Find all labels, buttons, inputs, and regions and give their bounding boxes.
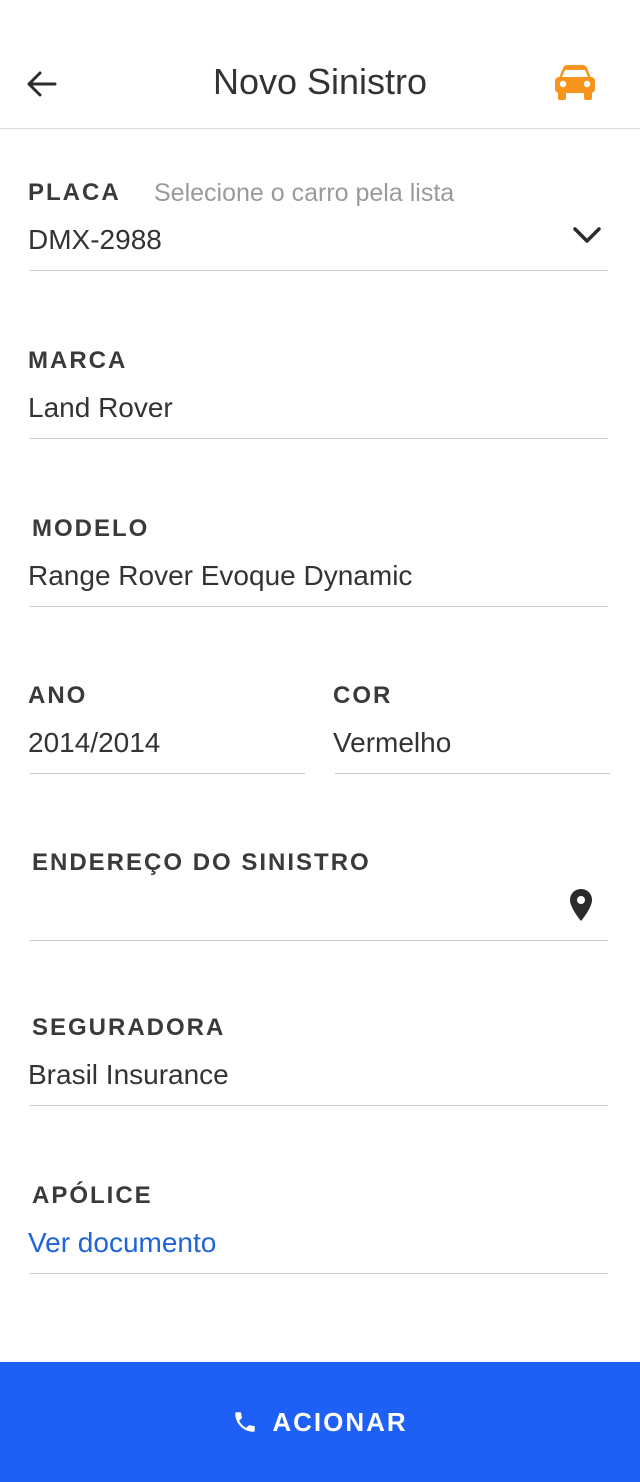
- marca-field[interactable]: MARCA Land Rover: [28, 346, 608, 440]
- placa-hint: Selecione o carro pela lista: [154, 179, 455, 207]
- seguradora-underline: [30, 1105, 608, 1106]
- app-header: Novo Sinistro: [0, 0, 640, 129]
- car-icon: [555, 65, 595, 100]
- ano-field[interactable]: ANO 2014/2014: [28, 681, 305, 775]
- modelo-value[interactable]: Range Rover Evoque Dynamic: [28, 558, 608, 594]
- endereco-label: ENDEREÇO DO SINISTRO: [32, 849, 371, 876]
- acionar-button[interactable]: ACIONAR: [0, 1362, 640, 1482]
- apolice-label: APÓLICE: [32, 1182, 153, 1209]
- marca-label: MARCA: [28, 347, 128, 374]
- map-pin-icon[interactable]: [568, 888, 594, 922]
- ano-value[interactable]: 2014/2014: [28, 725, 305, 761]
- ano-underline: [30, 773, 305, 774]
- apolice-field: APÓLICE Ver documento: [28, 1181, 608, 1275]
- modelo-label: MODELO: [32, 515, 150, 542]
- placa-field[interactable]: PLACA Selecione o carro pela lista DMX-2…: [28, 178, 608, 272]
- chevron-down-icon[interactable]: [572, 224, 602, 246]
- seguradora-field[interactable]: SEGURADORA Brasil Insurance: [28, 1013, 608, 1107]
- seguradora-value[interactable]: Brasil Insurance: [28, 1057, 608, 1093]
- seguradora-label: SEGURADORA: [32, 1014, 226, 1041]
- placa-value[interactable]: DMX-2988: [28, 222, 608, 258]
- ano-label: ANO: [28, 682, 88, 709]
- endereco-underline: [30, 940, 608, 941]
- marca-underline: [30, 438, 608, 439]
- cor-field[interactable]: COR Vermelho: [333, 681, 610, 775]
- cor-label: COR: [333, 682, 393, 709]
- marca-value[interactable]: Land Rover: [28, 390, 608, 426]
- placa-underline: [30, 270, 608, 271]
- cor-value[interactable]: Vermelho: [333, 725, 610, 761]
- ver-documento-link[interactable]: Ver documento: [28, 1225, 608, 1261]
- endereco-value[interactable]: [28, 892, 608, 928]
- acionar-label: ACIONAR: [272, 1406, 408, 1437]
- modelo-field[interactable]: MODELO Range Rover Evoque Dynamic: [28, 514, 608, 608]
- modelo-underline: [30, 606, 608, 607]
- page-title: Novo Sinistro: [212, 61, 428, 102]
- phone-icon: [235, 1412, 256, 1432]
- cor-underline: [335, 773, 610, 774]
- apolice-underline: [30, 1273, 608, 1274]
- endereco-field[interactable]: ENDEREÇO DO SINISTRO: [28, 848, 608, 942]
